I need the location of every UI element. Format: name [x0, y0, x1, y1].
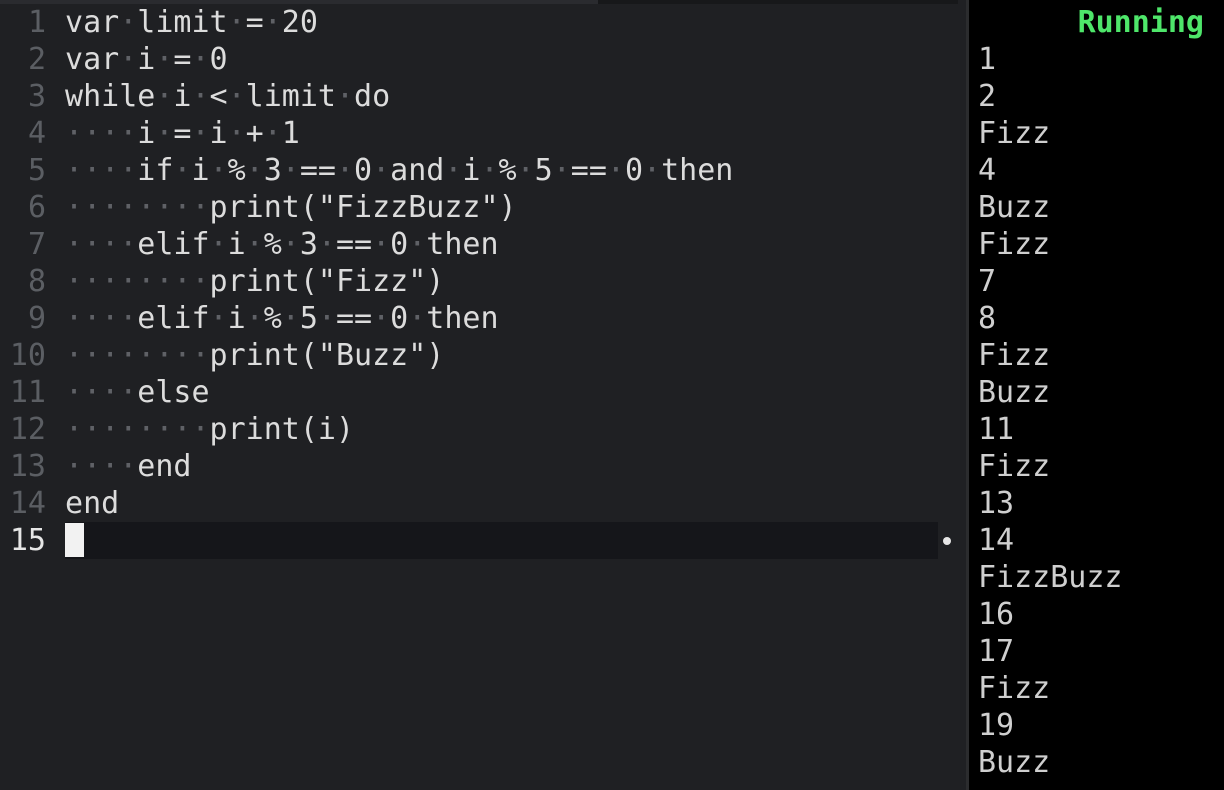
output-line: Buzz — [978, 190, 1051, 225]
output-line: FizzBuzz — [978, 560, 1123, 595]
app-window: 1 var·limit·=·20 2 var·i·=·0 3 while·i·<·limi… — [0, 0, 1224, 790]
line-number: 3 — [27, 79, 46, 114]
code-line[interactable]: 7 ····elif·i·%·3·==·0·then — [0, 226, 958, 263]
code-text[interactable]: ····if·i·%·3·==·0·and·i·%·5·==·0·then — [65, 152, 733, 189]
line-marker-dot — [943, 537, 951, 545]
output-panel: Running 1 2 Fizz 4 Buzz Fizz 7 8 Fizz Buzz 11 Fizz 1… — [969, 0, 1224, 790]
output-line: 13 — [978, 486, 1015, 521]
code-text[interactable]: while·i·<·limit·do — [65, 78, 390, 115]
line-number: 4 — [27, 116, 46, 151]
output-line: 2 — [978, 79, 997, 114]
code-line[interactable]: 11 ····else — [0, 374, 958, 411]
code-text[interactable]: ········print("Buzz") — [65, 337, 444, 374]
line-number: 5 — [27, 153, 46, 188]
code-line[interactable]: 6 ········print("FizzBuzz") — [0, 189, 958, 226]
code-line[interactable]: 9 ····elif·i·%·5·==·0·then — [0, 300, 958, 337]
output-line: 14 — [978, 523, 1015, 558]
line-number: 13 — [9, 449, 46, 484]
line-number: 7 — [27, 227, 46, 262]
text-cursor — [65, 523, 84, 557]
output-line: Buzz — [978, 375, 1051, 410]
code-text[interactable]: ····i·=·i·+·1 — [65, 115, 300, 152]
code-text[interactable]: ····elif·i·%·3·==·0·then — [65, 226, 499, 263]
code-text[interactable]: ····end — [65, 448, 191, 485]
output-line: 7 — [978, 264, 997, 299]
line-number: 12 — [9, 412, 46, 447]
code-line[interactable]: 4 ····i·=·i·+·1 — [0, 115, 958, 152]
line-number: 11 — [9, 375, 46, 410]
line-number: 9 — [27, 301, 46, 336]
output-line: Fizz — [978, 671, 1051, 706]
code-line[interactable]: 5 ····if·i·%·3·==·0·and·i·%·5·==·0·then — [0, 152, 958, 189]
code-text[interactable]: ········print("Fizz") — [65, 263, 444, 300]
code-line[interactable]: 12 ········print(i) — [0, 411, 958, 448]
output-line: Fizz — [978, 449, 1051, 484]
output-line: Fizz — [978, 338, 1051, 373]
output-line: 4 — [978, 153, 997, 188]
code-text[interactable]: var·limit·=·20 — [65, 4, 318, 41]
code-editor[interactable]: 1 var·limit·=·20 2 var·i·=·0 3 while·i·<·limi… — [0, 0, 958, 790]
output-line: 16 — [978, 597, 1015, 632]
code-line[interactable]: 1 var·limit·=·20 — [0, 4, 958, 41]
output-line: 1 — [978, 42, 997, 77]
code-line[interactable]: 8 ········print("Fizz") — [0, 263, 958, 300]
output-line: 8 — [978, 301, 997, 336]
code-text[interactable]: var·i·=·0 — [65, 41, 228, 78]
code-line[interactable]: 13 ····end — [0, 448, 958, 485]
code-line[interactable]: 15 — [0, 522, 958, 559]
code-text[interactable]: ········print("FizzBuzz") — [65, 189, 517, 226]
code-line[interactable]: 2 var·i·=·0 — [0, 41, 958, 78]
line-number: 15 — [9, 523, 46, 558]
code-line[interactable]: 10 ········print("Buzz") — [0, 337, 958, 374]
line-number: 8 — [27, 264, 46, 299]
line-number: 2 — [27, 42, 46, 77]
output-line: 11 — [978, 412, 1015, 447]
output-line: 17 — [978, 634, 1015, 669]
line-number: 6 — [27, 190, 46, 225]
code-text[interactable]: ········print(i) — [65, 411, 354, 448]
output-line: Fizz — [978, 227, 1051, 262]
code-line[interactable]: 14 end — [0, 485, 958, 522]
code-text[interactable]: end — [65, 485, 119, 522]
output-line: Buzz — [978, 745, 1051, 780]
line-number: 10 — [9, 338, 46, 373]
code-text[interactable]: ····else — [65, 374, 210, 411]
code-text[interactable]: ····elif·i·%·5·==·0·then — [65, 300, 499, 337]
output-line: Fizz — [978, 116, 1051, 151]
run-status: Running — [1077, 5, 1204, 40]
line-number: 14 — [9, 486, 46, 521]
output-line: 19 — [978, 708, 1015, 743]
line-number: 1 — [27, 5, 46, 40]
code-line[interactable]: 3 while·i·<·limit·do — [0, 78, 958, 115]
